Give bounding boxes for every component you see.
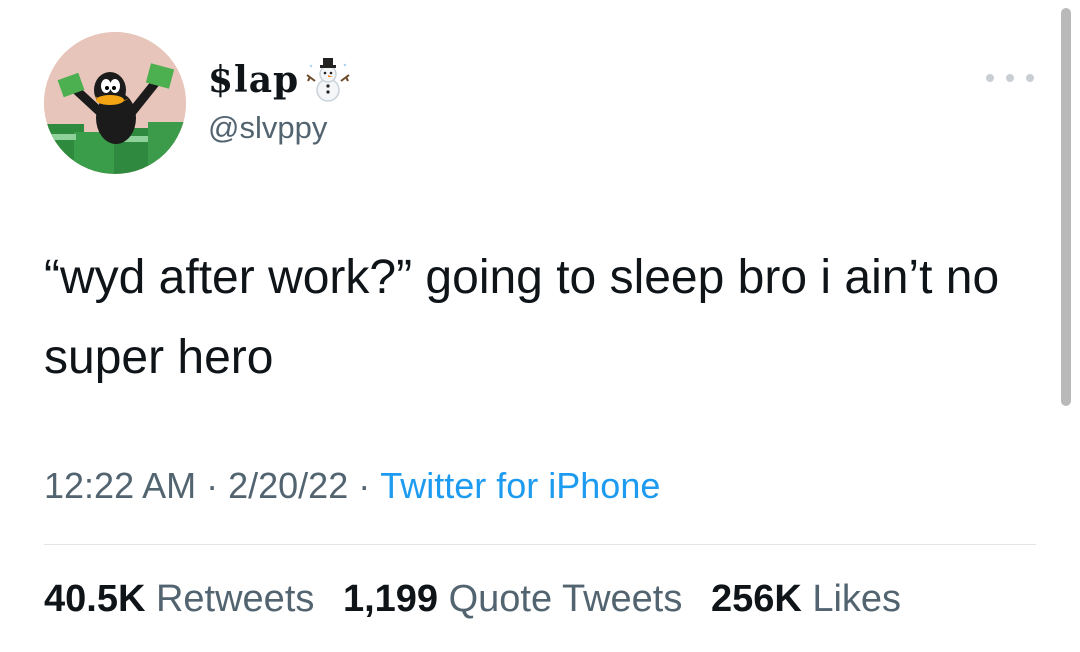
more-options-button[interactable] bbox=[986, 60, 1034, 96]
daffy-duck-avatar-icon bbox=[44, 32, 186, 174]
likes-label: Likes bbox=[812, 578, 902, 620]
engagement-stats: 40.5K Retweets 1,199 Quote Tweets 256K L… bbox=[44, 576, 919, 622]
retweets-stat[interactable]: 40.5K Retweets bbox=[44, 576, 314, 622]
quote-tweets-stat[interactable]: 1,199 Quote Tweets bbox=[343, 576, 682, 622]
tweet-text: “wyd after work?” going to sleep bro i a… bbox=[44, 251, 1000, 384]
quote-tweets-count: 1,199 bbox=[342, 578, 439, 620]
likes-count: 256K bbox=[710, 578, 802, 620]
likes-stat[interactable]: 256K Likes bbox=[711, 576, 901, 622]
divider bbox=[44, 544, 1036, 545]
tweet-time[interactable]: 12:22 AM bbox=[44, 465, 196, 506]
more-dot-icon bbox=[1026, 74, 1034, 82]
quote-tweets-label: Quote Tweets bbox=[448, 578, 683, 620]
tweet-date[interactable]: 2/20/22 bbox=[228, 465, 348, 506]
more-dot-icon bbox=[1006, 74, 1014, 82]
user-handle[interactable]: @slvppy bbox=[208, 112, 327, 143]
tweet-metadata: 12:22 AM · 2/20/22 · Twitter for iPhone bbox=[44, 464, 660, 508]
more-dot-icon bbox=[986, 74, 994, 82]
avatar[interactable] bbox=[44, 32, 186, 174]
display-name[interactable]: $lap bbox=[208, 62, 299, 98]
author-name-row[interactable]: $lap bbox=[208, 58, 351, 102]
retweets-count: 40.5K bbox=[44, 578, 146, 620]
meta-separator: · bbox=[206, 465, 219, 506]
meta-separator: · bbox=[358, 465, 371, 506]
scrollbar[interactable] bbox=[1061, 8, 1071, 406]
snowman-icon bbox=[306, 58, 350, 102]
tweet-card: $lap @slvppy “wyd after work?” going to … bbox=[0, 0, 1080, 652]
tweet-source-link[interactable]: Twitter for iPhone bbox=[380, 465, 660, 506]
retweets-label: Retweets bbox=[155, 578, 315, 620]
